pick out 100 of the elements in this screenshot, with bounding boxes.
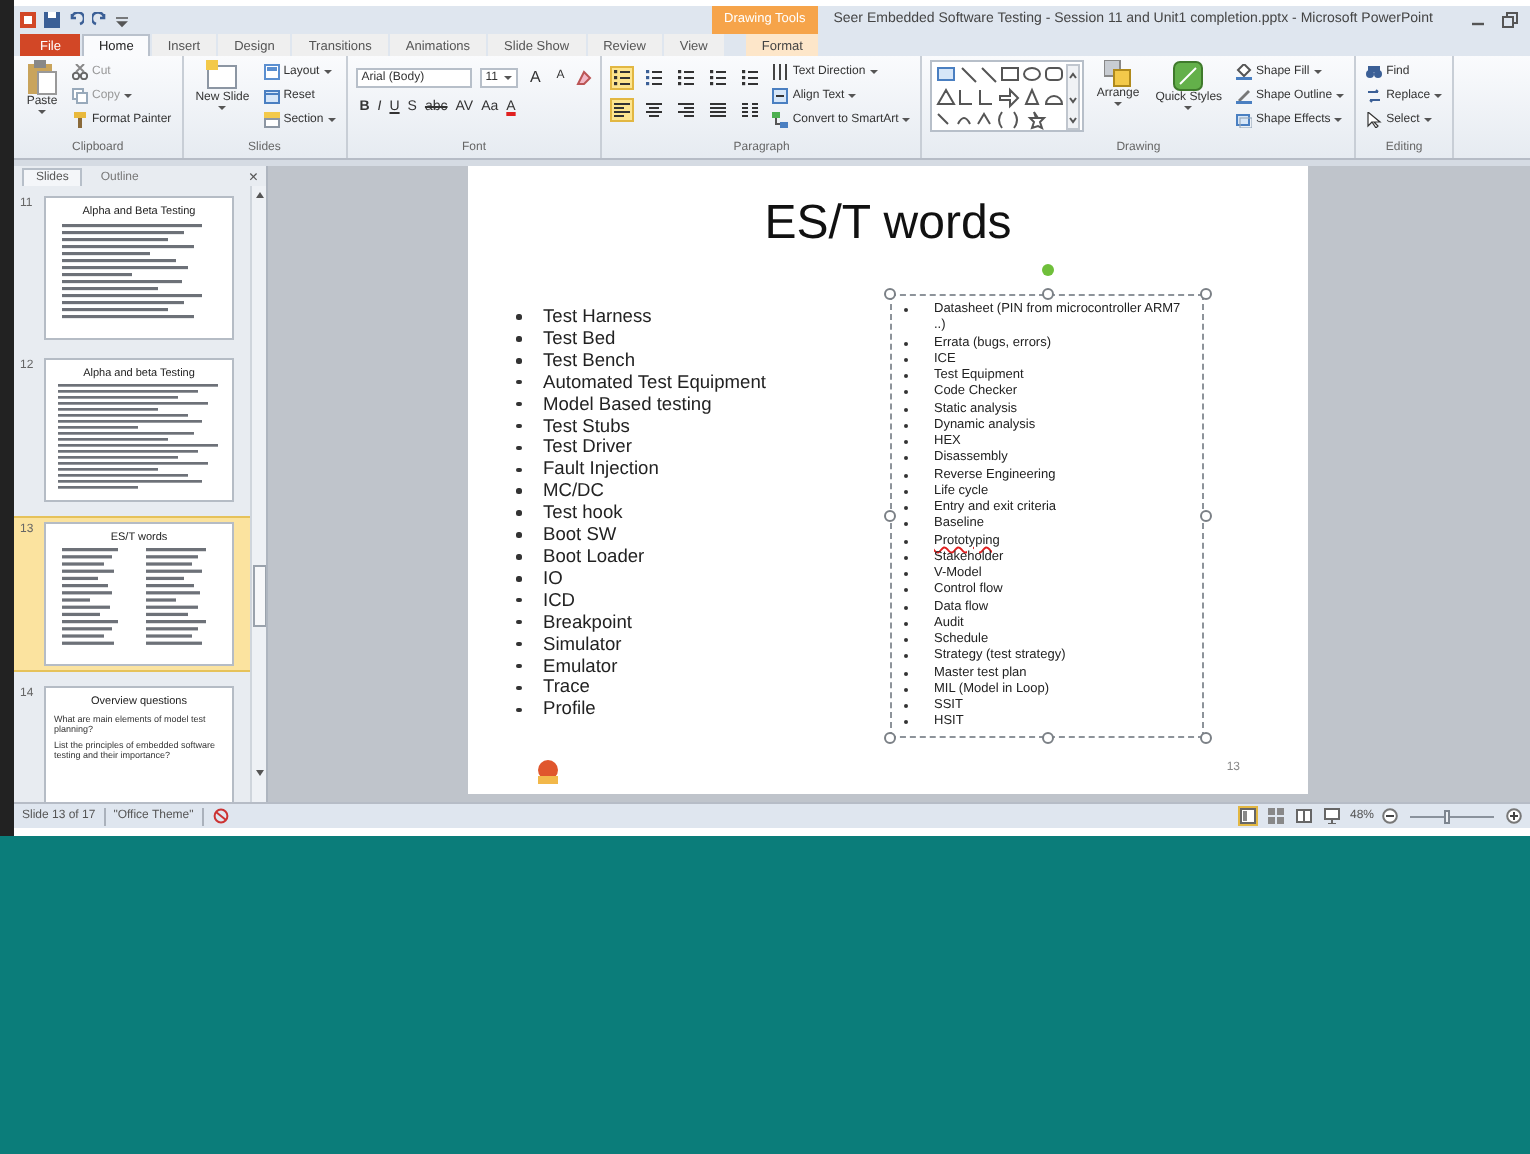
align-center-button[interactable]: [642, 98, 667, 122]
clipboard-icon: [26, 60, 58, 96]
caret-icon: [1184, 106, 1193, 110]
list-item: MC/DC: [543, 480, 604, 503]
app-icon: [20, 12, 36, 28]
slider-thumb[interactable]: [1443, 809, 1450, 823]
bullet-icon: [516, 445, 521, 451]
list-item: Simulator: [543, 633, 622, 655]
indent-button[interactable]: [706, 66, 731, 90]
justify-button[interactable]: [706, 98, 731, 122]
bullet-icon: [516, 576, 521, 582]
align-left-button[interactable]: [610, 98, 635, 122]
spelling-check-icon[interactable]: [211, 808, 230, 824]
line-spacing-button[interactable]: [738, 66, 763, 90]
rotate-handle[interactable]: [1042, 264, 1054, 276]
slide-icon: [206, 60, 239, 92]
list-item: Test Driver: [543, 436, 632, 459]
caret-icon: [124, 94, 133, 98]
effects-icon: [1236, 112, 1253, 128]
bullet-icon: [516, 510, 521, 516]
resize-handle[interactable]: [1042, 288, 1054, 300]
undo-icon[interactable]: [68, 12, 84, 28]
restore-icon[interactable]: [1502, 12, 1518, 28]
section-icon: [263, 112, 280, 128]
customize-icon[interactable]: [116, 12, 128, 28]
close-button[interactable]: ×: [248, 167, 258, 186]
caret-icon: [1114, 102, 1122, 106]
caret-icon: [218, 106, 227, 110]
bullet-icon: [516, 423, 521, 429]
list-item: Test Stubs: [543, 415, 630, 437]
zoom-out-icon[interactable]: [1382, 808, 1398, 824]
list-item: IO: [543, 567, 563, 590]
caret-icon: [1336, 94, 1345, 98]
diagram-icon: [772, 112, 789, 128]
slide-title: ES/T words: [764, 198, 1012, 250]
bullet-icon: [516, 707, 521, 713]
caret-icon: [1423, 118, 1432, 122]
redo-icon[interactable]: [92, 12, 108, 28]
caret-icon: [1334, 118, 1343, 122]
bullet-icon: [516, 401, 521, 407]
bullet-icon: [516, 685, 521, 691]
save-icon[interactable]: [44, 12, 60, 28]
bullet-icon: [516, 532, 521, 538]
list-item: Trace: [543, 676, 590, 699]
bullet-icon: [516, 358, 521, 364]
reading-view-button[interactable]: [1293, 806, 1314, 826]
align-right-button[interactable]: [674, 98, 699, 122]
resize-handle[interactable]: [1200, 288, 1212, 300]
bullet-icon: [516, 597, 521, 603]
list-item: Boot SW: [543, 524, 617, 546]
clear-formatting-icon[interactable]: [576, 69, 593, 85]
gallery-scroll-drawing[interactable]: [1066, 64, 1081, 130]
resize-handle[interactable]: [884, 288, 896, 300]
layout-icon: [263, 64, 280, 80]
resize-handle[interactable]: [1200, 732, 1212, 744]
outdent-button[interactable]: [674, 66, 699, 90]
zoom-in-icon[interactable]: [1506, 808, 1522, 824]
align-text-icon: [772, 88, 789, 104]
grow-font-button[interactable]: A: [525, 66, 545, 88]
normal-view-button[interactable]: [1237, 806, 1258, 826]
bullet-icon: [516, 619, 521, 625]
quick-styles-icon: [1172, 60, 1205, 92]
list-item: Emulator: [543, 655, 618, 677]
cursor-icon: [1366, 112, 1383, 128]
slide-sorter-button[interactable]: [1265, 806, 1286, 826]
bullet-icon: [516, 663, 521, 669]
numbered-list-button[interactable]: [642, 66, 667, 90]
bullet-icon: [516, 314, 521, 320]
replace-icon: [1366, 88, 1383, 104]
caret-icon: [1313, 70, 1322, 74]
caret-icon: [323, 70, 332, 74]
resize-handle[interactable]: [1042, 732, 1054, 744]
list-item: Test Bed: [543, 327, 616, 350]
list-item: Test hook: [543, 502, 623, 525]
paint-bucket-icon: [1236, 64, 1253, 80]
brush-icon: [72, 112, 88, 128]
slide-show-button[interactable]: [1321, 806, 1342, 826]
caret-icon: [902, 118, 911, 122]
copy-icon: [72, 88, 88, 104]
bullet-icon: [516, 379, 521, 385]
resize-handle[interactable]: [884, 732, 896, 744]
arrange-icon: [1104, 60, 1132, 88]
caret-icon: [327, 118, 336, 122]
list-item: Breakpoint: [543, 611, 632, 634]
slide-reset-icon: [263, 88, 280, 104]
bullet-icon: [516, 641, 521, 647]
columns-button[interactable]: [738, 98, 763, 122]
caret-icon: [38, 110, 46, 114]
caret-icon: [503, 75, 512, 79]
text-direction-icon: [772, 64, 789, 80]
bullet-icon: [516, 554, 521, 560]
bullet-list-button[interactable]: [610, 66, 635, 90]
caret-icon: [848, 94, 857, 98]
resize-handle[interactable]: [1200, 510, 1212, 522]
list-item: Test Harness: [543, 306, 652, 328]
list-item: Fault Injection: [543, 458, 659, 481]
list-item: ICD: [543, 589, 576, 612]
list-item: Boot Loader: [543, 545, 645, 568]
resize-handle[interactable]: [884, 510, 896, 522]
list-item: Profile: [543, 698, 596, 721]
